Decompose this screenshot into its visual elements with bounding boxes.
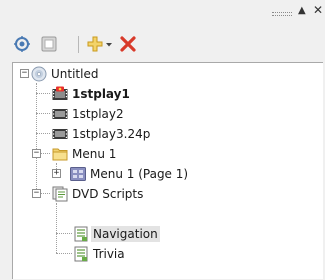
- tree-item-label: Untitled: [51, 67, 99, 81]
- movie-first-play-icon: [52, 86, 68, 100]
- expand-menu1-page1-toggle[interactable]: +: [52, 169, 61, 178]
- tree-item-label: 1stplay3.24p: [72, 127, 151, 141]
- disc-icon: [31, 66, 47, 82]
- tree-guide-line: [56, 253, 72, 254]
- panel-titlebar: ▲ ✕: [0, 0, 325, 22]
- script-icon: [74, 246, 88, 262]
- close-panel-icon[interactable]: ✕: [313, 4, 323, 16]
- tree-item-untitled[interactable]: Untitled: [31, 64, 98, 84]
- collapse-panel-icon[interactable]: ▲: [298, 5, 306, 17]
- tree-guide-line: [36, 113, 50, 114]
- target-icon: [14, 36, 30, 52]
- properties-button[interactable]: [38, 30, 60, 58]
- project-tree[interactable]: − − + − Untitled 1stplay1 1stplay2 1stpl…: [12, 62, 323, 279]
- tree-item-1stplay3[interactable]: 1stplay3.24p: [52, 124, 150, 144]
- tree-item-dvd-scripts[interactable]: DVD Scripts: [52, 184, 143, 204]
- target-button[interactable]: [12, 30, 32, 58]
- collapse-untitled-toggle[interactable]: −: [20, 69, 29, 78]
- tree-item-label: 1stplay2: [72, 107, 124, 121]
- tree-guide-line: [36, 133, 50, 134]
- tree-guide-line: [36, 83, 37, 193]
- delete-button[interactable]: [118, 30, 138, 58]
- tree-guide-line: [56, 203, 57, 253]
- toolbar: [0, 30, 325, 58]
- tree-item-label: Menu 1 (Page 1): [90, 167, 189, 181]
- tree-item-label: Navigation: [91, 226, 160, 242]
- tree-guide-line: [36, 93, 50, 94]
- scripts-folder-icon: [52, 186, 68, 202]
- add-dropdown-icon: [87, 36, 112, 52]
- drag-grip[interactable]: [272, 12, 292, 16]
- movie-clip-icon: [52, 129, 68, 139]
- collapse-menu1-toggle[interactable]: −: [32, 149, 41, 158]
- tree-item-label: Trivia: [93, 247, 125, 261]
- folder-icon: [52, 148, 68, 161]
- tree-item-menu1-page1[interactable]: Menu 1 (Page 1): [70, 164, 188, 184]
- tree-item-1stplay2[interactable]: 1stplay2: [52, 104, 124, 124]
- tree-item-menu1[interactable]: Menu 1: [52, 144, 116, 164]
- tree-guide-line: [56, 233, 72, 234]
- movie-clip-icon: [52, 109, 68, 119]
- tree-item-label: DVD Scripts: [72, 187, 144, 201]
- tree-item-label: 1stplay1: [72, 87, 130, 101]
- tree-item-1stplay1[interactable]: 1stplay1: [52, 84, 130, 104]
- toolbar-separator: [78, 36, 79, 53]
- collapse-dvd-scripts-toggle[interactable]: −: [32, 189, 41, 198]
- tree-item-navigation[interactable]: Navigation: [73, 224, 160, 244]
- delete-icon: [120, 36, 136, 52]
- tree-item-label: Menu 1: [72, 147, 117, 161]
- tree-item-trivia[interactable]: Trivia: [73, 244, 125, 264]
- script-icon: [74, 226, 88, 242]
- properties-icon: [41, 36, 57, 52]
- menu-page-icon: [70, 167, 86, 181]
- add-dropdown-button[interactable]: [85, 30, 115, 58]
